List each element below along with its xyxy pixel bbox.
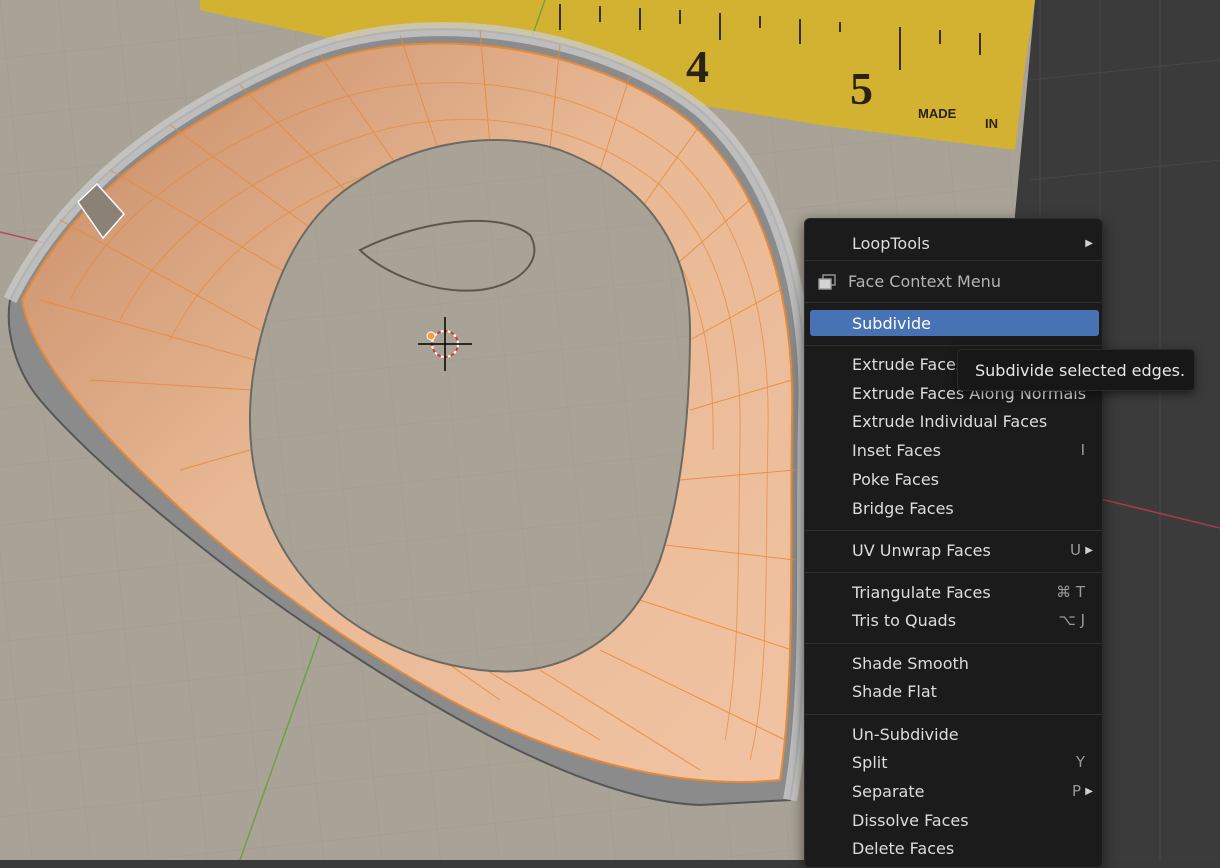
ruler-text-made: MADE	[918, 106, 957, 121]
menu-item-dissolve-faces[interactable]: Dissolve Faces	[810, 807, 1099, 834]
ruler-number-5: 5	[850, 63, 873, 114]
menu-title: Face Context Menu	[848, 272, 1001, 291]
menu-item-label: Split	[852, 753, 888, 772]
shortcut-label: ⌥ J	[1058, 611, 1085, 629]
menu-separator	[805, 345, 1102, 346]
menu-item-separate[interactable]: Separate P ▶	[810, 778, 1099, 805]
menu-item-label: Shade Smooth	[852, 654, 969, 673]
origin-point	[426, 331, 436, 341]
menu-item-label: Tris to Quads	[852, 611, 957, 630]
menu-item-shade-flat[interactable]: Shade Flat	[810, 678, 1099, 705]
face-select-icon	[818, 274, 836, 290]
submenu-arrow-icon: ▶	[1085, 545, 1093, 556]
face-context-menu: LoopTools ▶ Face Context Menu Subdivide …	[804, 218, 1103, 868]
menu-item-split[interactable]: Split Y	[810, 749, 1099, 776]
menu-separator	[805, 643, 1102, 644]
menu-item-label: UV Unwrap Faces	[852, 541, 991, 560]
menu-item-label: Poke Faces	[852, 470, 940, 489]
menu-item-subdivide[interactable]: Subdivide	[810, 310, 1099, 336]
shortcut-label: Y	[1075, 753, 1085, 771]
menu-separator	[805, 572, 1102, 573]
menu-separator	[805, 260, 1102, 261]
menu-item-label: Delete Faces	[852, 839, 955, 858]
menu-item-bridge-faces[interactable]: Bridge Faces	[810, 495, 1099, 522]
submenu-arrow-icon: ▶	[1085, 238, 1093, 249]
menu-item-label: Dissolve Faces	[852, 811, 969, 830]
menu-item-uv-unwrap-faces[interactable]: UV Unwrap Faces U ▶	[810, 537, 1099, 564]
menu-separator	[805, 714, 1102, 715]
menu-item-un-subdivide[interactable]: Un-Subdivide	[810, 721, 1099, 748]
menu-item-tris-to-quads[interactable]: Tris to Quads ⌥ J	[810, 607, 1099, 634]
menu-item-shade-smooth[interactable]: Shade Smooth	[810, 650, 1099, 677]
menu-header: Face Context Menu	[810, 267, 1099, 297]
shortcut-label: U	[1070, 541, 1081, 559]
menu-item-label: Separate	[852, 782, 925, 801]
ruler-number-4: 4	[686, 41, 709, 92]
menu-item-looptools-label: LoopTools	[852, 234, 930, 253]
submenu-arrow-icon: ▶	[1085, 786, 1093, 797]
menu-item-label: Shade Flat	[852, 682, 937, 701]
menu-item-label: Extrude Faces	[852, 355, 965, 374]
shortcut-label: P	[1071, 782, 1081, 800]
menu-item-delete-faces[interactable]: Delete Faces	[810, 835, 1099, 862]
menu-item-label: Bridge Faces	[852, 499, 954, 518]
menu-item-label: Triangulate Faces	[852, 583, 991, 602]
shortcut-label: ⌘ T	[1056, 583, 1085, 601]
menu-item-label: Extrude Individual Faces	[852, 412, 1048, 431]
tooltip: Subdivide selected edges.	[957, 349, 1195, 391]
menu-item-looptools[interactable]: LoopTools ▶	[810, 230, 1099, 257]
menu-item-label: Inset Faces	[852, 441, 941, 460]
shortcut-label: I	[1080, 441, 1085, 459]
menu-item-inset-faces[interactable]: Inset Faces I	[810, 437, 1099, 464]
menu-item-poke-faces[interactable]: Poke Faces	[810, 466, 1099, 493]
menu-item-label: Un-Subdivide	[852, 725, 959, 744]
menu-item-extrude-individual-faces[interactable]: Extrude Individual Faces	[810, 408, 1099, 435]
menu-item-triangulate-faces[interactable]: Triangulate Faces ⌘ T	[810, 579, 1099, 606]
menu-item-subdivide-label: Subdivide	[852, 314, 931, 333]
ruler-text-in: IN	[985, 116, 998, 131]
menu-separator	[805, 302, 1102, 303]
menu-separator	[805, 530, 1102, 531]
